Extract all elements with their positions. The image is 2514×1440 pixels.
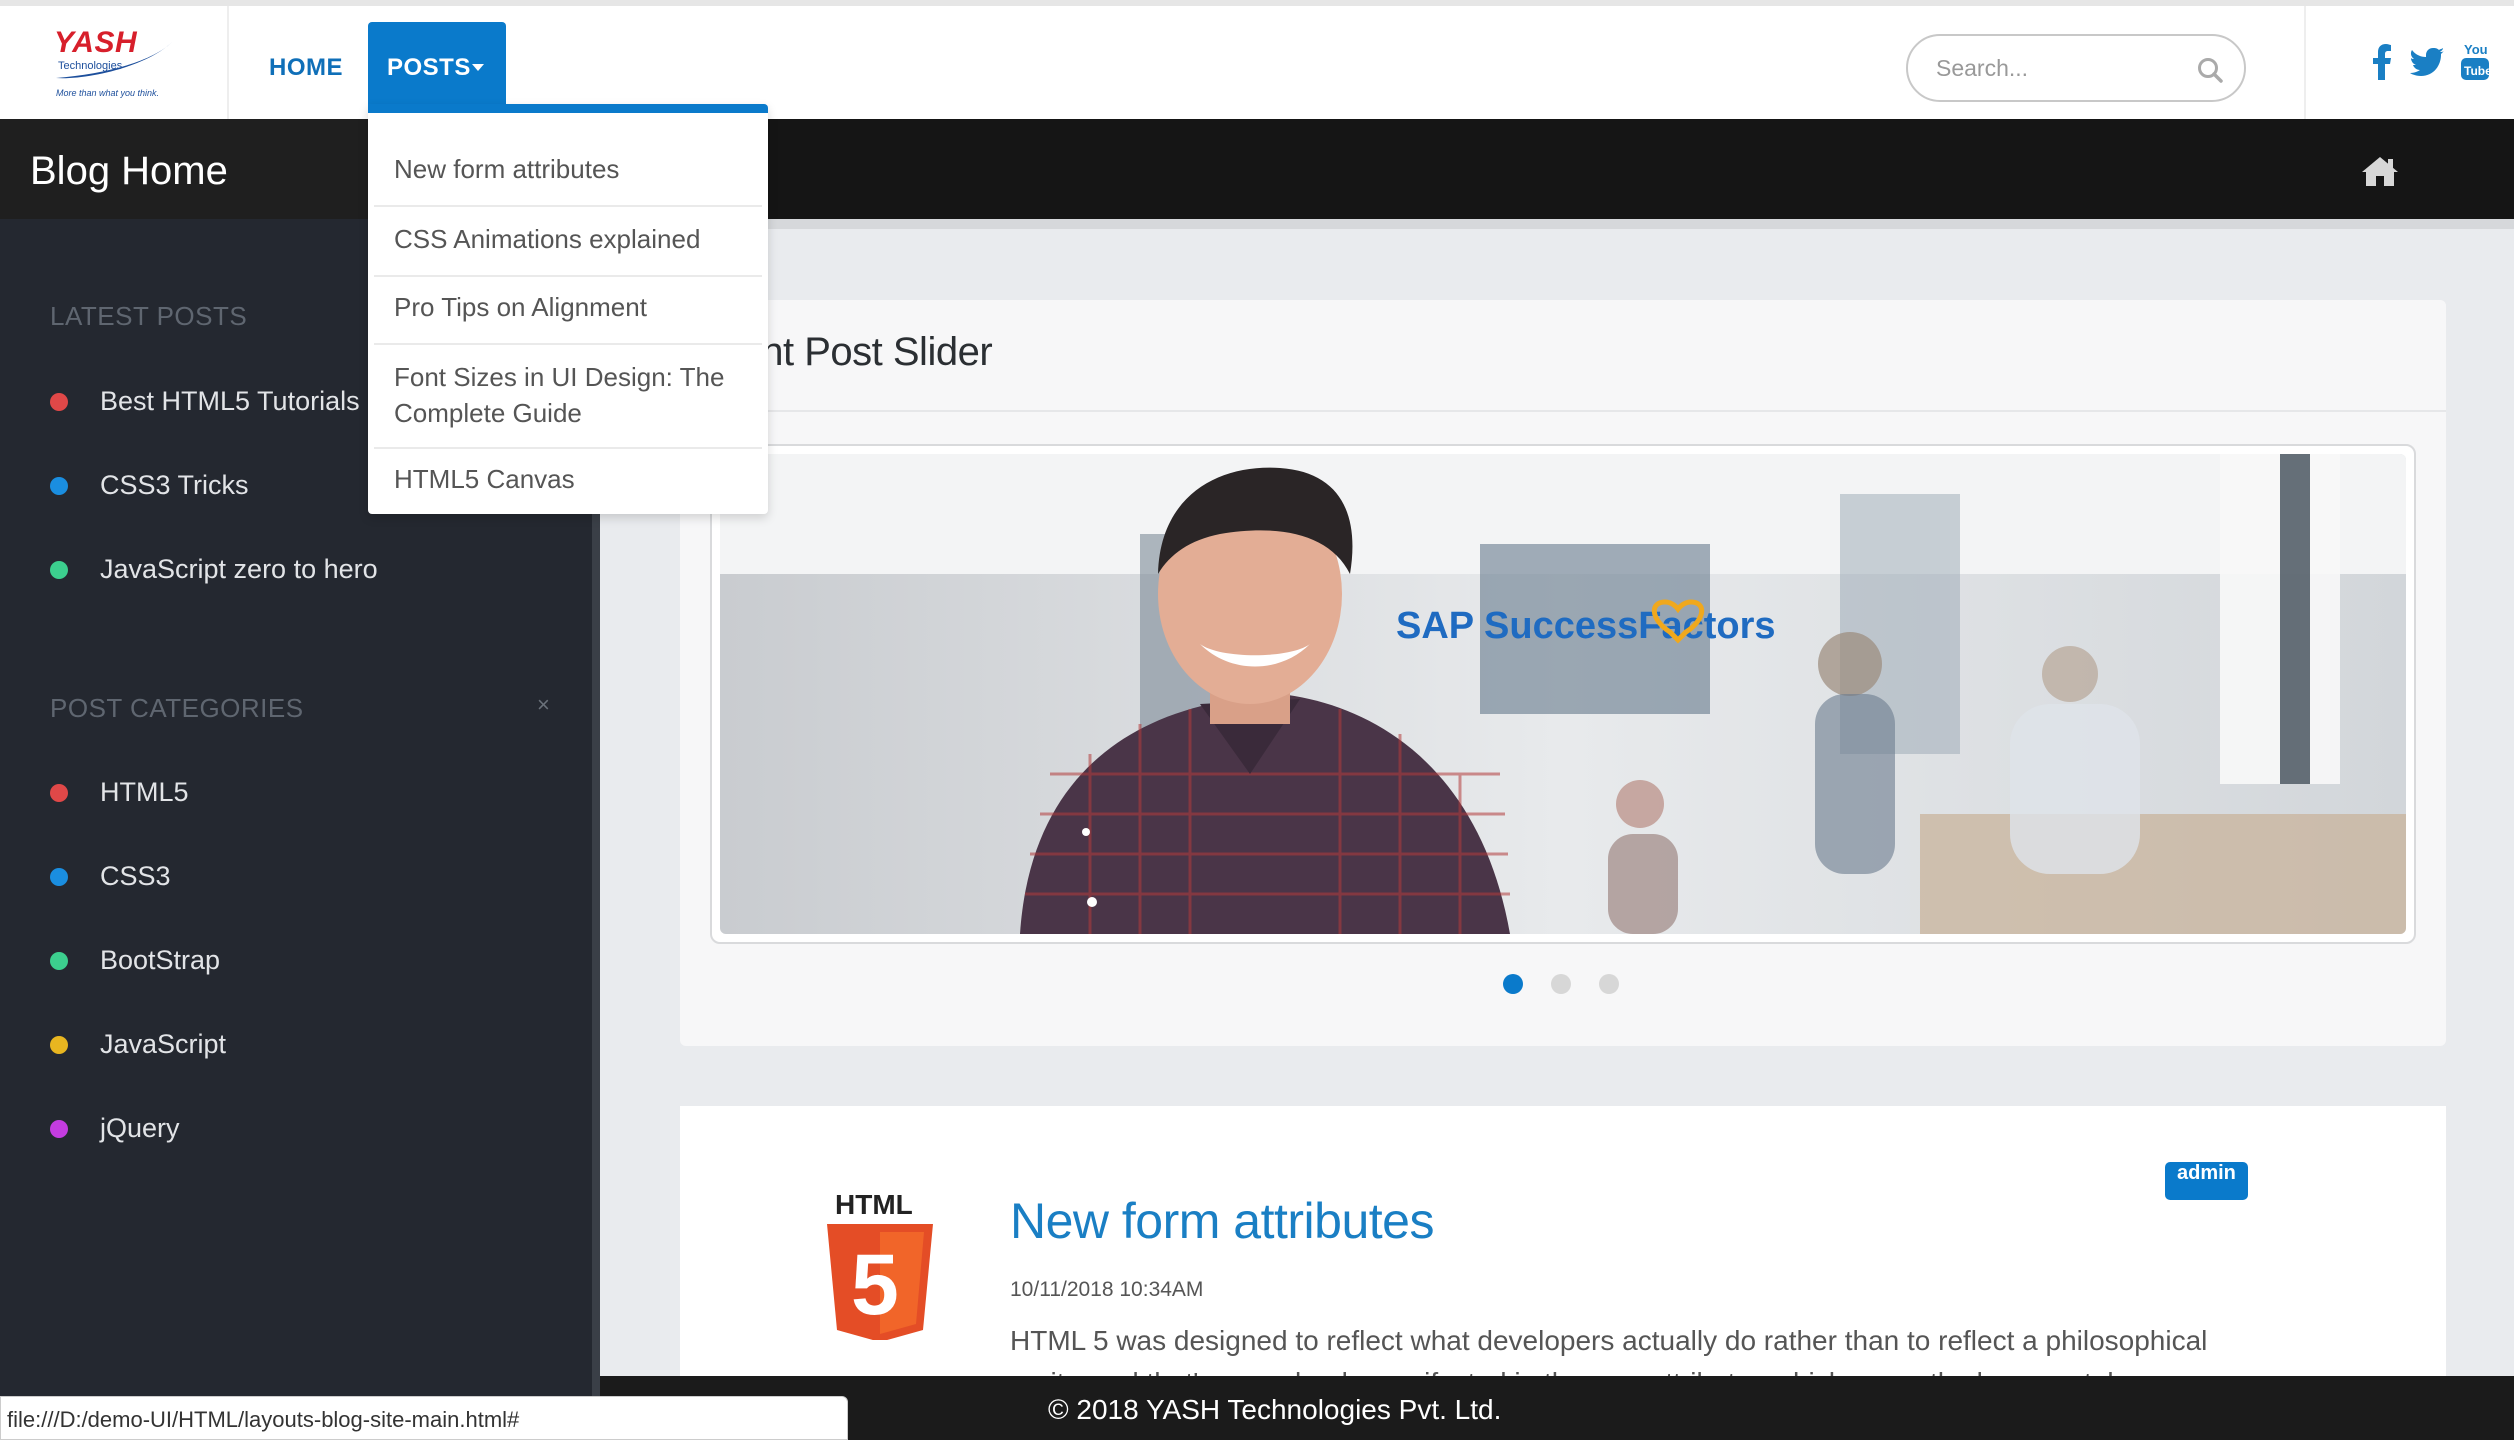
sidebar-item-label: CSS3 Tricks [100, 470, 249, 500]
bullet-dot-icon [50, 393, 68, 411]
search-icon[interactable] [2196, 56, 2224, 84]
slide-photo-illustration: SAP SuccessFactors [720, 454, 2406, 934]
sidebar-item-label: JavaScript [100, 1029, 227, 1059]
nav-home-link[interactable]: HOME [269, 54, 343, 82]
browser-status-bar: file:///D:/demo-UI/HTML/layouts-blog-sit… [0, 1396, 848, 1440]
dropdown-item-label: CSS Animations explained [394, 224, 701, 254]
logo-subtitle: Technologies [58, 60, 123, 72]
slider-dot-active[interactable] [1503, 974, 1523, 994]
bullet-dot-icon [50, 952, 68, 970]
search-input[interactable] [1934, 50, 2184, 86]
slider-frame: SAP SuccessFactors [710, 444, 2416, 944]
html5-logo-icon: HTML 5 [827, 1190, 933, 1340]
search-box [1906, 34, 2246, 102]
svg-text:Tube: Tube [2464, 64, 2490, 78]
youtube-icon[interactable]: You Tube [2460, 42, 2490, 84]
sidebar-item-label: BootStrap [100, 945, 221, 975]
card-header: cent Post Slider [680, 300, 2446, 412]
html5-logo-number: 5 [851, 1237, 899, 1333]
bullet-dot-icon [50, 1036, 68, 1054]
footer: © 2018 YASH Technologies Pvt. Ltd. [600, 1376, 2514, 1440]
dropdown-item[interactable]: Pro Tips on Alignment [374, 277, 762, 345]
dropdown-item[interactable]: Font Sizes in UI Design: The Complete Gu… [374, 345, 762, 449]
sidebar-item-label: Best HTML5 Tutorials [100, 386, 360, 416]
author-badge[interactable]: admin [2165, 1162, 2248, 1200]
caret-down-icon [472, 64, 484, 71]
slide-image[interactable]: SAP SuccessFactors [720, 454, 2406, 934]
nav-posts-label: POSTS [387, 54, 471, 81]
html5-logo-text: HTML [835, 1190, 913, 1220]
dropdown-item[interactable]: CSS Animations explained [374, 207, 762, 277]
footer-copyright: © 2018 YASH Technologies Pvt. Ltd. [1048, 1394, 1502, 1425]
close-icon[interactable]: × [537, 692, 550, 718]
dropdown-item-label: Font Sizes in UI Design: The Complete Gu… [394, 362, 725, 428]
facebook-icon[interactable] [2372, 44, 2392, 80]
dropdown-item-label: New form attributes [394, 154, 620, 184]
logo-name: YASH [54, 26, 138, 59]
brand-logo[interactable]: YASH Technologies More than what you thi… [0, 6, 229, 119]
posts-dropdown-menu: New form attributes CSS Animations expla… [368, 104, 768, 514]
bullet-dot-icon [50, 561, 68, 579]
post-categories-heading: POST CATEGORIES [50, 693, 304, 723]
sidebar-item-label: JavaScript zero to hero [100, 554, 378, 584]
dropdown-item[interactable]: New form attributes [374, 139, 762, 207]
logo-tagline: More than what you think. [56, 88, 160, 98]
social-divider [2304, 6, 2306, 119]
slide-caption: SAP SuccessFactors [1396, 605, 1776, 647]
slider-indicators [680, 974, 2446, 996]
slider-dot[interactable] [1551, 974, 1571, 994]
sidebar-item-label: HTML5 [100, 777, 189, 807]
top-navbar: YASH Technologies More than what you thi… [0, 0, 2514, 119]
header-shadow [598, 219, 2514, 229]
bullet-dot-icon [50, 477, 68, 495]
post-date: 10/11/2018 10:34AM [1010, 1278, 1204, 1301]
svg-text:You: You [2464, 42, 2488, 57]
dropdown-item-label: HTML5 Canvas [394, 464, 575, 494]
dropdown-item[interactable]: HTML5 Canvas [374, 449, 762, 513]
bullet-dot-icon [50, 868, 68, 886]
sidebar-item-label: CSS3 [100, 861, 171, 891]
dropdown-item-label: Pro Tips on Alignment [394, 292, 647, 322]
recent-post-slider-card: cent Post Slider SAP SuccessFactors [680, 300, 2446, 1046]
home-icon[interactable] [2360, 155, 2400, 187]
status-url: file:///D:/demo-UI/HTML/layouts-blog-sit… [7, 1407, 520, 1432]
bullet-dot-icon [50, 1120, 68, 1138]
twitter-icon[interactable] [2410, 48, 2444, 76]
post-title-link[interactable]: New form attributes [1010, 1192, 1434, 1250]
slider-dot[interactable] [1599, 974, 1619, 994]
bullet-dot-icon [50, 784, 68, 802]
page-title: Blog Home [30, 149, 228, 193]
sidebar-item-label: jQuery [100, 1113, 180, 1143]
latest-posts-heading: LATEST POSTS [50, 301, 248, 331]
